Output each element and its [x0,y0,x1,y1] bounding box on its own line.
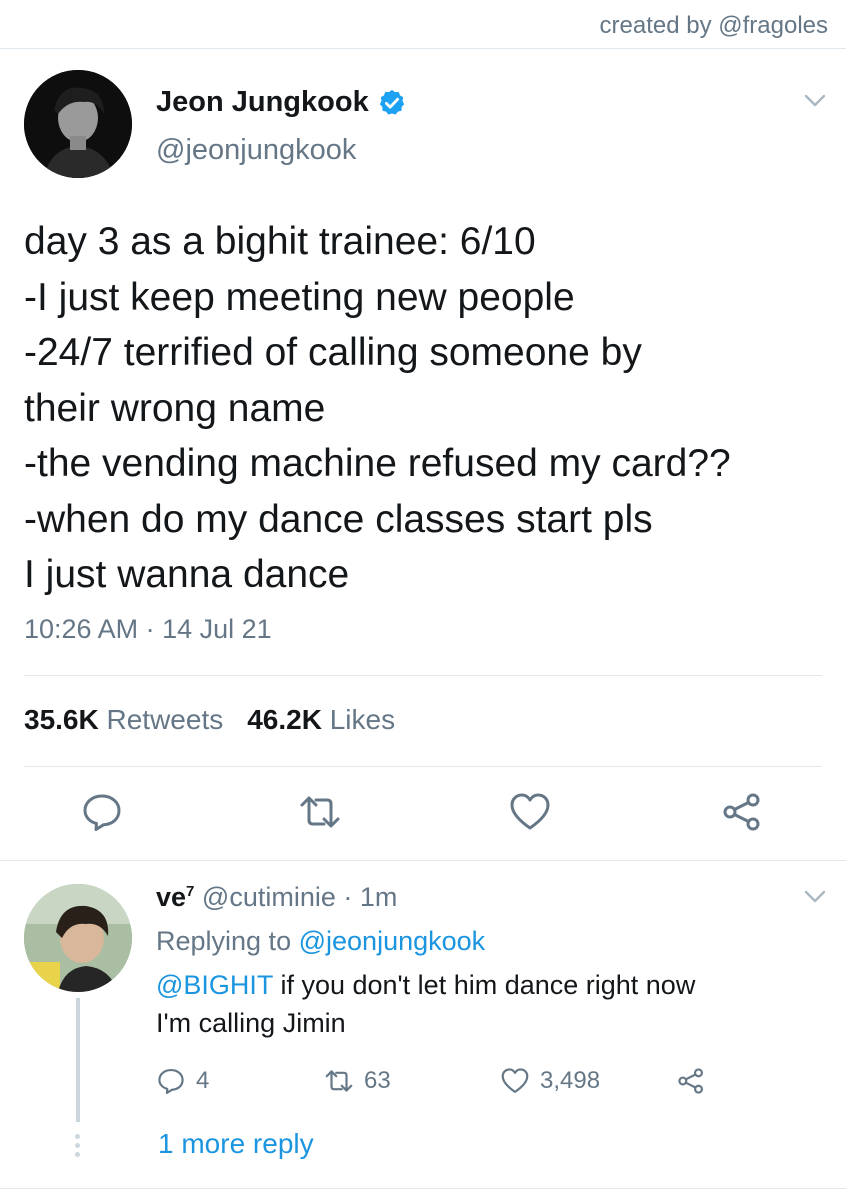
reply-author-name[interactable]: ve [156,882,186,912]
reply-actions: 4 63 3,498 [156,1066,756,1100]
tweet-time: 10:26 AM [24,614,139,644]
reply-retweet-button[interactable]: 63 [324,1066,391,1096]
tweet-stats: 35.6K Retweets 46.2K Likes [24,704,395,736]
retweet-icon [325,1070,353,1092]
author-name-text: Jeon Jungkook [156,86,369,118]
reply-header: ve7 @cutiminie · 1m [156,882,397,913]
credit-label: created by @fragoles [599,12,828,39]
tweet-text: day 3 as a bighit trainee: 6/10 -I just … [24,214,834,603]
retweets-label: Retweets [106,704,224,735]
mention-link[interactable]: @BIGHIT [156,970,273,1000]
tweet-line: -when do my dance classes start pls [24,497,653,541]
replying-prefix: Replying to [156,926,292,956]
reply-button[interactable] [80,790,124,834]
tweet-line: -I just keep meeting new people [24,275,575,319]
retweets-count: 35.6K [24,704,99,735]
likes-label: Likes [329,704,396,735]
like-button[interactable] [508,790,552,834]
reply-reply-count: 4 [196,1067,210,1094]
share-button[interactable] [720,790,764,834]
reply-time[interactable]: 1m [360,882,398,912]
tweet-line: -24/7 terrified of calling someone by [24,331,642,374]
replying-to-link[interactable]: @jeonjungkook [299,926,486,956]
heart-icon [510,793,550,830]
author-name[interactable]: Jeon Jungkook [156,86,407,119]
tweet-line: -the vending machine refused my card?? [24,442,731,485]
retweet-button[interactable] [298,790,342,834]
divider [0,1188,846,1189]
reply-retweet-count: 63 [364,1067,391,1094]
reply-author-handle[interactable]: @cutiminie [202,882,336,912]
reply-author-sup: 7 [186,883,195,900]
chevron-down-icon[interactable] [804,890,826,904]
tweet-line: day 3 as a bighit trainee: 6/10 [24,220,536,263]
reply-text-rest: if you don't let him dance right now [272,970,696,1000]
reply-icon [83,794,121,831]
tweet-date: 14 Jul 21 [162,614,272,644]
tweet-line: I just wanna dance [24,553,350,596]
tweet-timestamp[interactable]: 10:26 AM · 14 Jul 21 [24,614,272,645]
reply-text: @BIGHIT if you don't let him dance right… [156,966,826,1042]
replying-to: Replying to @jeonjungkook [156,926,485,957]
author-handle[interactable]: @jeonjungkook [156,134,356,167]
divider [0,860,846,861]
reply-reply-button[interactable]: 4 [156,1066,209,1096]
divider [24,766,822,767]
more-replies-link[interactable]: 1 more reply [158,1128,314,1160]
top-divider [0,48,846,49]
reply-icon [158,1069,184,1095]
chevron-down-icon[interactable] [804,94,826,108]
likes-count: 46.2K [247,704,322,735]
verified-badge-icon [379,89,404,115]
share-icon [678,1068,703,1094]
likes-stat[interactable]: 46.2K Likes [247,704,395,736]
thread-line [76,998,80,1122]
author-avatar[interactable] [24,70,132,178]
thread-dots [75,1134,81,1161]
meta-separator: · [145,614,155,644]
reply-like-button[interactable]: 3,498 [500,1066,600,1096]
tweet-line: their wrong name [24,386,326,430]
divider [24,675,822,676]
heart-icon [501,1068,529,1093]
reply-share-button[interactable] [676,1066,706,1096]
tweet-actions [0,790,846,838]
reply-like-count: 3,498 [540,1067,601,1094]
retweet-icon [300,796,340,828]
reply-text-line2: I'm calling Jimin [156,1008,346,1038]
share-icon [723,793,760,831]
meta-separator: · [343,882,353,912]
reply-avatar[interactable] [24,884,132,992]
retweets-stat[interactable]: 35.6K Retweets [24,704,223,736]
